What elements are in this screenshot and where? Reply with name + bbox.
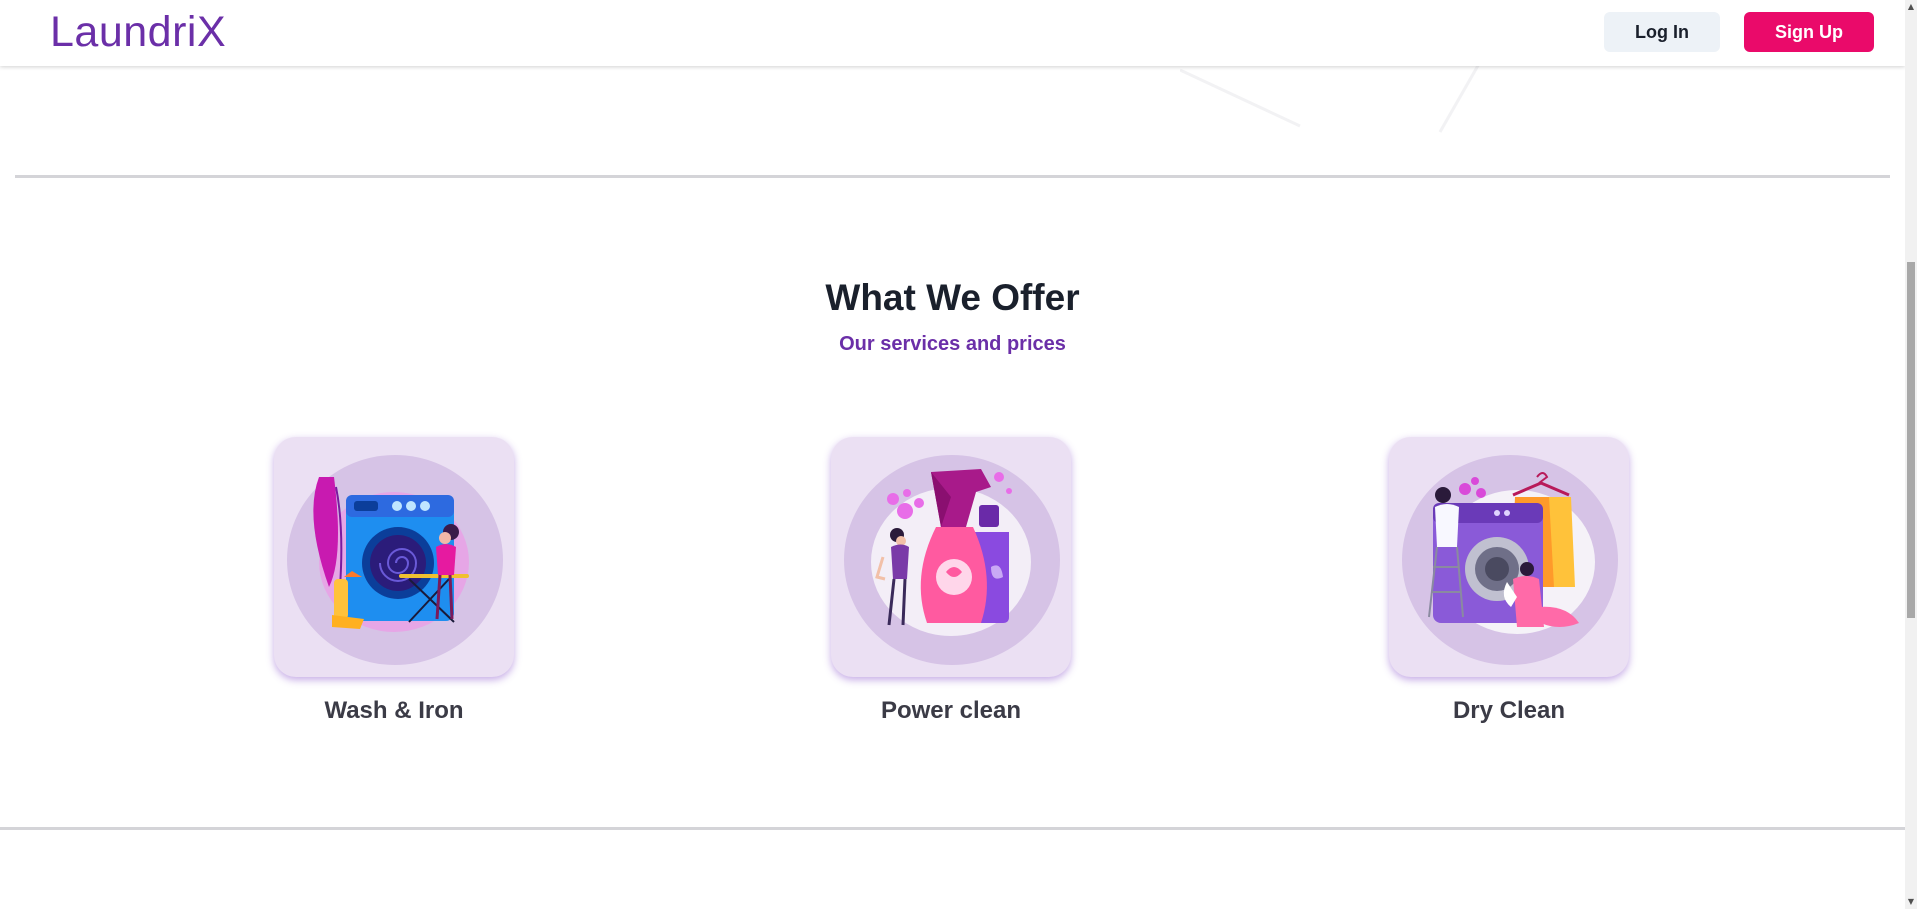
page: LaundriX Log In Sign Up What We Offer Ou… bbox=[0, 0, 1905, 909]
service-label: Dry Clean bbox=[1452, 697, 1566, 724]
washing-machine-ironing-icon bbox=[313, 477, 469, 632]
section-divider bbox=[0, 827, 1905, 830]
service-card[interactable] bbox=[274, 437, 514, 677]
decorative-lines bbox=[1180, 62, 1482, 133]
service-item-wash-iron: Wash & Iron bbox=[274, 437, 514, 725]
service-card[interactable] bbox=[831, 437, 1071, 677]
service-item-dry-clean: Dry Clean bbox=[1389, 437, 1629, 725]
top-navbar: LaundriX Log In Sign Up bbox=[0, 0, 1905, 66]
logo[interactable]: LaundriX bbox=[50, 8, 226, 57]
login-button[interactable]: Log In bbox=[1604, 12, 1720, 52]
service-card[interactable] bbox=[1389, 437, 1629, 677]
section-title: What We Offer bbox=[825, 277, 1080, 318]
scroll-down-arrow-icon[interactable]: ▼ bbox=[1905, 895, 1917, 909]
scroll-up-arrow-icon[interactable]: ▲ bbox=[1905, 0, 1917, 14]
service-item-power-clean: Power clean bbox=[831, 437, 1071, 725]
vertical-scrollbar[interactable]: ▲ ▼ bbox=[1905, 0, 1917, 909]
service-label: Wash & Iron bbox=[324, 697, 464, 724]
dry-clean-machine-icon bbox=[1428, 472, 1595, 634]
scrollbar-thumb[interactable] bbox=[1907, 262, 1915, 618]
signup-button[interactable]: Sign Up bbox=[1744, 12, 1874, 52]
section-subtitle: Our services and prices bbox=[839, 333, 1066, 355]
service-label: Power clean bbox=[880, 697, 1022, 724]
spray-bottle-icon bbox=[871, 469, 1031, 636]
section-divider bbox=[15, 175, 1890, 178]
